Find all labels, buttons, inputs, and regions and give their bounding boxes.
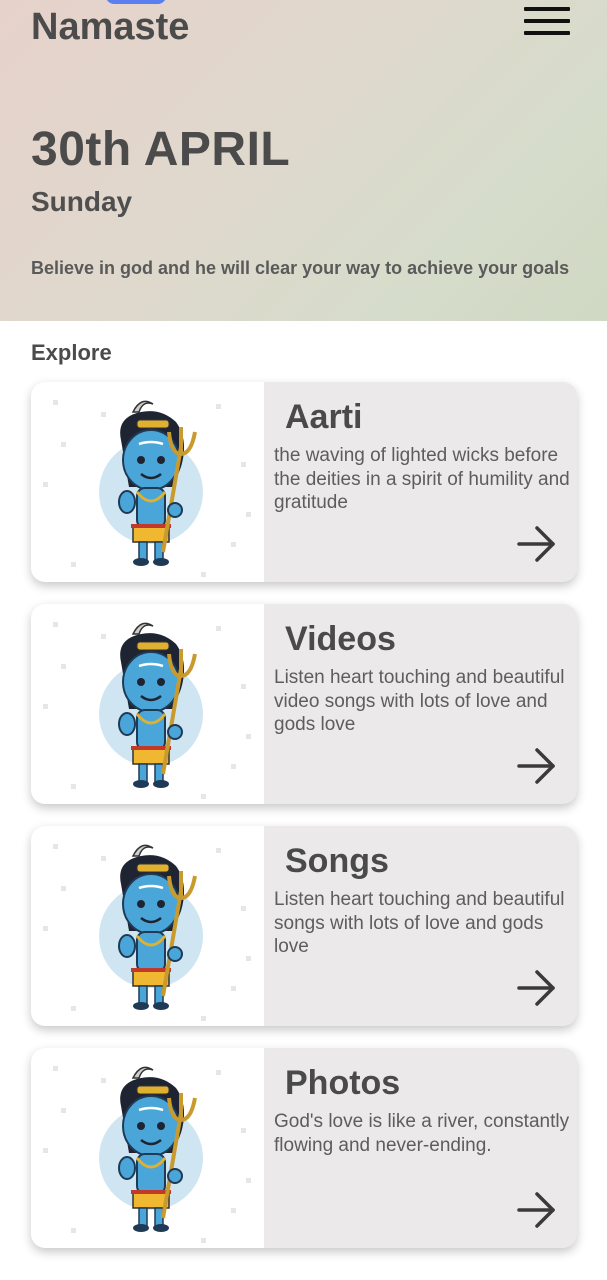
- date-display: 30th APRIL: [31, 123, 291, 176]
- background-dot: [43, 482, 48, 487]
- background-dot: [246, 1178, 251, 1183]
- arrow-right-icon[interactable]: [515, 968, 559, 1008]
- daily-quote: Believe in god and he will clear your wa…: [31, 258, 570, 278]
- background-dot: [71, 1228, 76, 1233]
- card-title: Photos: [285, 1064, 401, 1102]
- background-dot: [201, 794, 206, 799]
- background-dot: [61, 1108, 66, 1113]
- card-title: Videos: [285, 620, 396, 658]
- background-dot: [61, 886, 66, 891]
- background-dot: [201, 1016, 206, 1021]
- background-dot: [71, 1006, 76, 1011]
- shiva-illustration: [31, 826, 264, 1026]
- background-dot: [53, 400, 58, 405]
- shiva-figure-icon: [99, 622, 203, 788]
- arrow-right-icon[interactable]: [515, 746, 559, 786]
- card-aarti[interactable]: Aarti the waving of lighted wicks before…: [31, 382, 577, 582]
- background-dot: [43, 926, 48, 931]
- background-dot: [201, 572, 206, 577]
- background-dot: [61, 664, 66, 669]
- background-dot: [231, 764, 236, 769]
- day-display: Sunday: [31, 186, 133, 217]
- background-dot: [231, 542, 236, 547]
- background-dot: [241, 684, 246, 689]
- background-dot: [201, 1238, 206, 1243]
- card-photos[interactable]: Photos God's love is like a river, const…: [31, 1048, 577, 1248]
- background-dot: [71, 784, 76, 789]
- card-description: the waving of lighted wicks before the d…: [274, 445, 570, 513]
- header-banner: Namaste 30th APRIL Sunday Believe in god…: [0, 0, 607, 321]
- shiva-figure-icon: [99, 844, 203, 1010]
- background-dot: [53, 1066, 58, 1071]
- card-videos[interactable]: Videos Listen heart touching and beautif…: [31, 604, 577, 804]
- background-dot: [231, 986, 236, 991]
- shiva-figure-icon: [99, 1066, 203, 1232]
- background-dot: [241, 1128, 246, 1133]
- card-description: God's love is like a river, constantly f…: [274, 1111, 570, 1156]
- background-dot: [53, 622, 58, 627]
- card-title: Aarti: [285, 398, 363, 436]
- shiva-figure-icon: [99, 400, 203, 566]
- shiva-illustration: [31, 382, 264, 582]
- explore-heading: Explore: [31, 340, 112, 365]
- background-dot: [61, 442, 66, 447]
- background-dot: [246, 512, 251, 517]
- background-dot: [43, 1148, 48, 1153]
- card-description: Listen heart touching and beautiful vide…: [274, 667, 565, 735]
- background-dot: [53, 844, 58, 849]
- hamburger-menu-icon[interactable]: [522, 4, 572, 38]
- background-dot: [231, 1208, 236, 1213]
- background-dot: [43, 704, 48, 709]
- app-title: Namaste: [31, 6, 190, 48]
- card-songs[interactable]: Songs Listen heart touching and beautifu…: [31, 826, 577, 1026]
- background-dot: [246, 956, 251, 961]
- arrow-right-icon[interactable]: [515, 524, 559, 564]
- shiva-illustration: [31, 604, 264, 804]
- background-dot: [71, 562, 76, 567]
- card-description: Listen heart touching and beautiful song…: [274, 889, 565, 957]
- shiva-illustration: [31, 1048, 264, 1248]
- arrow-right-icon[interactable]: [515, 1190, 559, 1230]
- status-pill: [106, 0, 166, 4]
- background-dot: [241, 906, 246, 911]
- background-dot: [241, 462, 246, 467]
- card-title: Songs: [285, 842, 389, 880]
- background-dot: [246, 734, 251, 739]
